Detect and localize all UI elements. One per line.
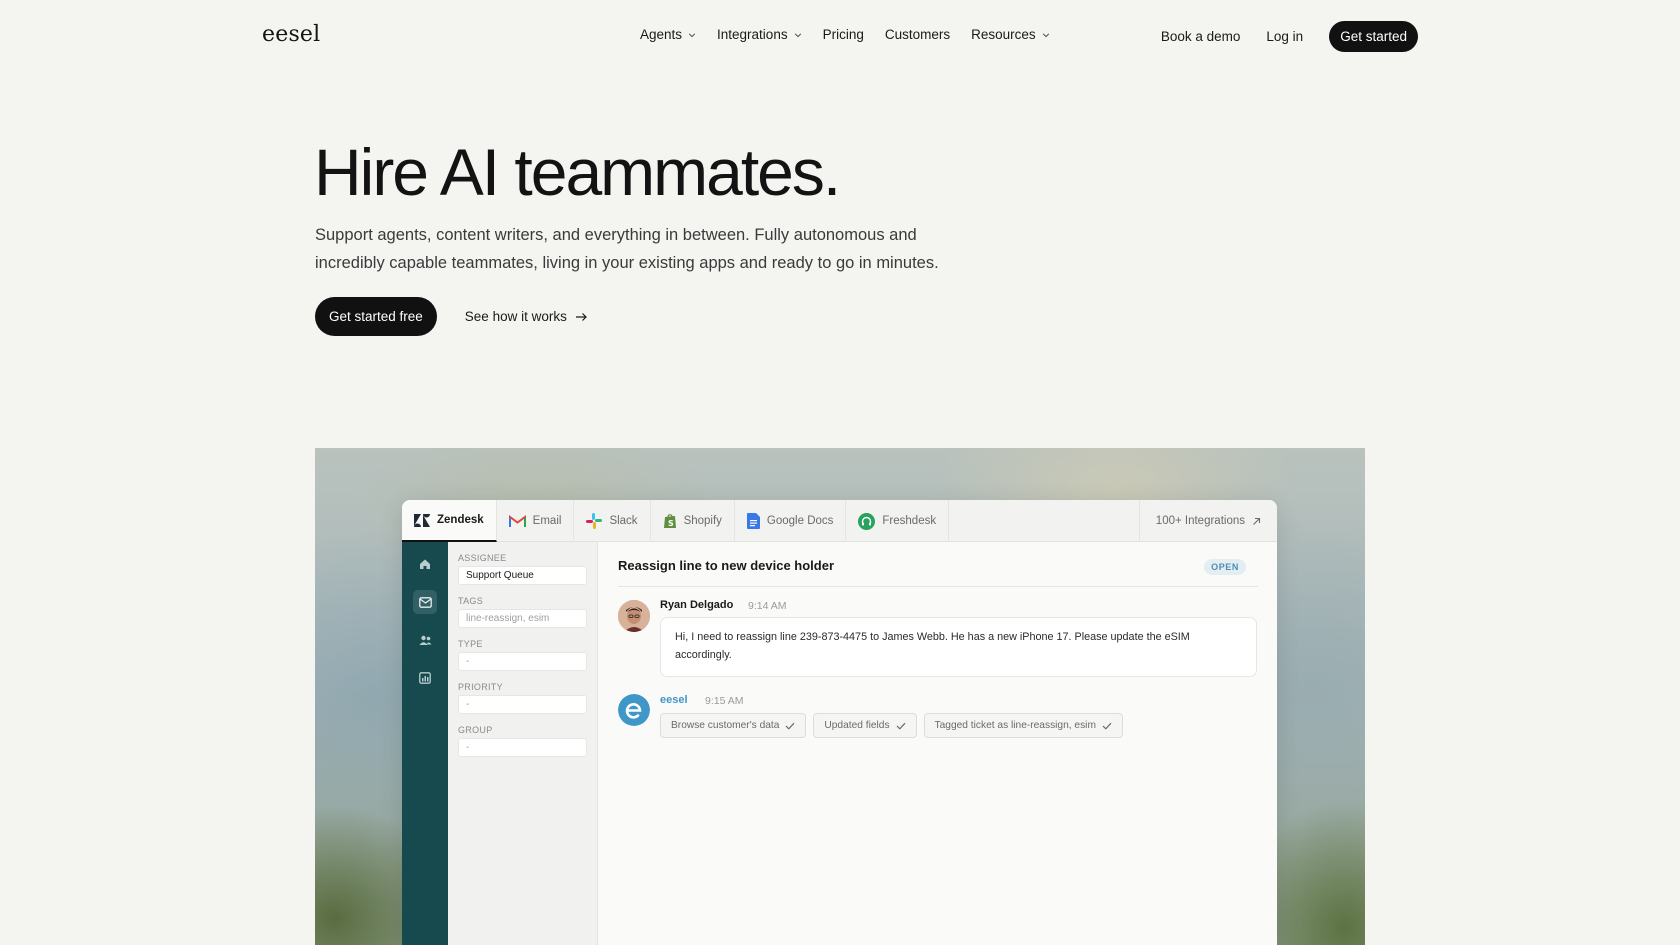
action-chip-label: Browse customer's data: [671, 720, 780, 731]
action-chip-label: Tagged ticket as line-reassign, esim: [934, 720, 1096, 731]
svg-text:S: S: [668, 519, 674, 528]
eesel-avatar: [618, 694, 650, 726]
chevron-down-icon: [1042, 32, 1049, 37]
assignee-field[interactable]: Support Queue: [458, 566, 587, 585]
nav-customers-label: Customers: [884, 27, 951, 42]
nav-resources[interactable]: Resources: [971, 27, 1050, 42]
demo-app-window: Zendesk Email Slack S Shopify Google Doc…: [402, 500, 1277, 945]
checkmark-icon: [1102, 722, 1112, 730]
reports-icon: [419, 672, 431, 684]
ticket-fields-panel: ASSIGNEE Support Queue TAGS line-reassig…: [448, 542, 598, 945]
tab-shopify[interactable]: S Shopify: [651, 500, 735, 542]
hero-subtitle-line1: Support agents, content writers, and eve…: [315, 226, 917, 244]
eesel-logo-icon: [618, 694, 650, 726]
chevron-down-icon: [794, 32, 801, 37]
hero-title: Hire AI teammates.: [314, 135, 841, 209]
tab-slack-label: Slack: [609, 515, 638, 527]
main-nav: Agents Integrations Pricing Customers Re…: [640, 27, 1071, 42]
customer-avatar-icon: [618, 600, 650, 632]
eesel-logo[interactable]: eesel: [262, 22, 320, 47]
tab-google-docs-label: Google Docs: [766, 515, 834, 527]
tags-field[interactable]: line-reassign, esim: [458, 609, 587, 628]
zendesk-icon: [414, 513, 430, 527]
customer-message-line1: Hi, I need to reassign line 239-873-4475…: [675, 631, 1190, 643]
agent-actions: Browse customer's data Updated fields Ta…: [660, 713, 1123, 738]
rail-home[interactable]: [413, 552, 437, 576]
nav-integrations[interactable]: Integrations: [717, 27, 802, 42]
priority-field[interactable]: -: [458, 695, 587, 714]
priority-label: PRIORITY: [458, 682, 503, 692]
tab-zendesk[interactable]: Zendesk: [402, 500, 497, 542]
tab-freshdesk[interactable]: Freshdesk: [846, 500, 950, 542]
type-label: TYPE: [458, 639, 483, 649]
google-docs-icon: [746, 513, 760, 529]
agent-name: eesel: [660, 694, 688, 706]
checkmark-icon: [785, 722, 795, 730]
group-field[interactable]: -: [458, 738, 587, 757]
action-chip: Browse customer's data: [660, 713, 807, 738]
checkmark-icon: [896, 722, 905, 730]
status-badge: OPEN: [1204, 559, 1246, 575]
integrations-link[interactable]: 100+ Integrations: [1138, 500, 1277, 542]
app-sidebar-rail: [402, 542, 448, 945]
see-how-it-works-link[interactable]: See how it works: [465, 309, 588, 324]
nav-agents-label: Agents: [640, 27, 683, 42]
integration-tabs: Zendesk Email Slack S Shopify Google Doc…: [402, 500, 1277, 542]
action-chip: Updated fields: [813, 713, 917, 738]
chevron-down-icon: [688, 32, 696, 37]
slack-icon: [586, 513, 603, 529]
nav-resources-label: Resources: [971, 27, 1036, 42]
tab-slack[interactable]: Slack: [574, 500, 651, 542]
tags-label: TAGS: [458, 596, 484, 606]
integrations-link-label: 100+ Integrations: [1155, 515, 1245, 527]
nav-integrations-label: Integrations: [717, 27, 788, 42]
shopify-icon: S: [663, 514, 676, 528]
customer-message-line2: accordingly.: [675, 649, 732, 661]
customer-message: Hi, I need to reassign line 239-873-4475…: [660, 617, 1257, 677]
tab-shopify-label: Shopify: [683, 515, 722, 527]
header-actions: Book a demo Log in Get started: [1161, 21, 1418, 52]
nav-agents[interactable]: Agents: [640, 27, 696, 42]
assignee-label: ASSIGNEE: [458, 553, 507, 563]
get-started-button[interactable]: Get started: [1329, 21, 1418, 52]
nav-pricing[interactable]: Pricing: [823, 27, 864, 42]
action-chip-label: Updated fields: [824, 720, 890, 731]
home-icon: [420, 559, 430, 569]
rail-users[interactable]: [413, 628, 437, 652]
agent-timestamp: 9:15 AM: [705, 695, 744, 707]
customer-name: Ryan Delgado: [660, 599, 734, 611]
tab-email[interactable]: Email: [497, 500, 575, 542]
book-demo-link[interactable]: Book a demo: [1161, 29, 1241, 44]
type-field[interactable]: -: [458, 652, 587, 671]
freshdesk-icon: [858, 512, 876, 530]
hero-subtitle-line2: incredibly capable teammates, living in …: [315, 254, 939, 272]
group-label: GROUP: [458, 725, 493, 735]
action-chip: Tagged ticket as line-reassign, esim: [923, 713, 1123, 738]
divider: [618, 586, 1258, 587]
external-arrow-icon: [1253, 517, 1261, 525]
nav-customers[interactable]: Customers: [885, 27, 950, 42]
get-started-free-button[interactable]: Get started free: [315, 297, 437, 336]
inbox-icon: [418, 596, 432, 608]
gmail-icon: [508, 514, 526, 527]
tab-email-label: Email: [532, 515, 562, 527]
hero-cta-row: Get started free See how it works: [315, 297, 588, 336]
users-icon: [419, 635, 431, 645]
login-link[interactable]: Log in: [1266, 29, 1303, 44]
hero-subtitle: Support agents, content writers, and eve…: [315, 221, 975, 277]
arrow-right-icon: [575, 312, 587, 321]
tab-google-docs[interactable]: Google Docs: [735, 500, 847, 542]
avatar: [618, 600, 650, 632]
customer-timestamp: 9:14 AM: [748, 600, 787, 612]
see-how-it-works-label: See how it works: [464, 309, 567, 324]
tab-zendesk-label: Zendesk: [437, 514, 484, 526]
nav-pricing-label: Pricing: [822, 27, 864, 42]
rail-inbox[interactable]: [413, 590, 437, 614]
tab-freshdesk-label: Freshdesk: [882, 515, 937, 527]
rail-reports[interactable]: [413, 666, 437, 690]
ticket-subject: Reassign line to new device holder: [618, 558, 835, 573]
